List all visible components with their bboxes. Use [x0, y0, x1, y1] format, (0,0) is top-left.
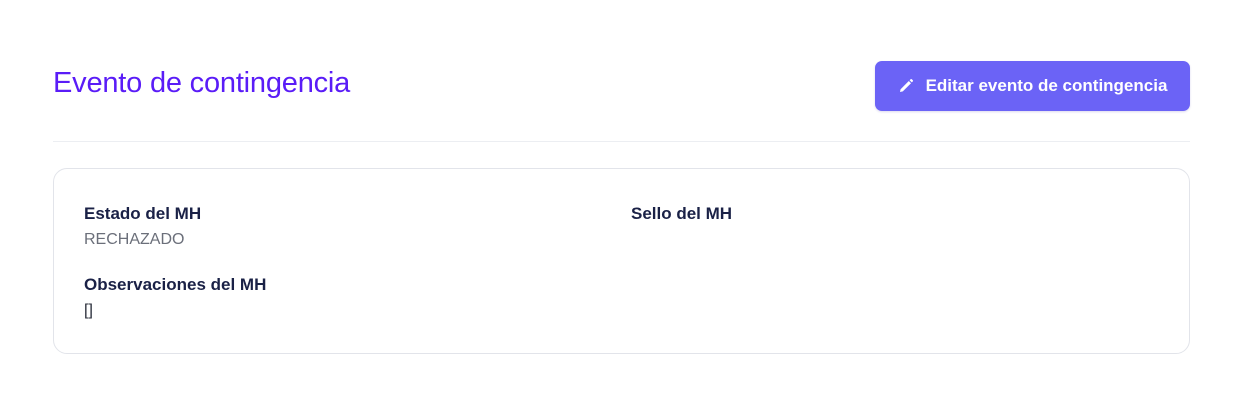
header-divider	[53, 141, 1190, 142]
estado-value: RECHAZADO	[84, 231, 185, 248]
page-header: Evento de contingencia Editar evento de …	[53, 60, 1190, 112]
field-estado: Estado del MH RECHAZADO	[84, 203, 201, 251]
observaciones-label: Observaciones del MH	[84, 275, 267, 294]
field-sello: Sello del MH	[631, 203, 732, 229]
sello-label: Sello del MH	[631, 204, 733, 223]
page-title: Evento de contingencia	[53, 66, 351, 99]
details-card: Estado del MH RECHAZADO Sello del MH Obs…	[53, 168, 1190, 354]
observaciones-value: []	[84, 302, 93, 319]
edit-button-label: Editar evento de contingencia	[925, 76, 1168, 95]
pencil-icon	[898, 78, 914, 94]
edit-contingency-event-button[interactable]: Editar evento de contingencia	[875, 61, 1190, 111]
field-observaciones: Observaciones del MH []	[84, 274, 266, 322]
estado-label: Estado del MH	[84, 204, 202, 223]
